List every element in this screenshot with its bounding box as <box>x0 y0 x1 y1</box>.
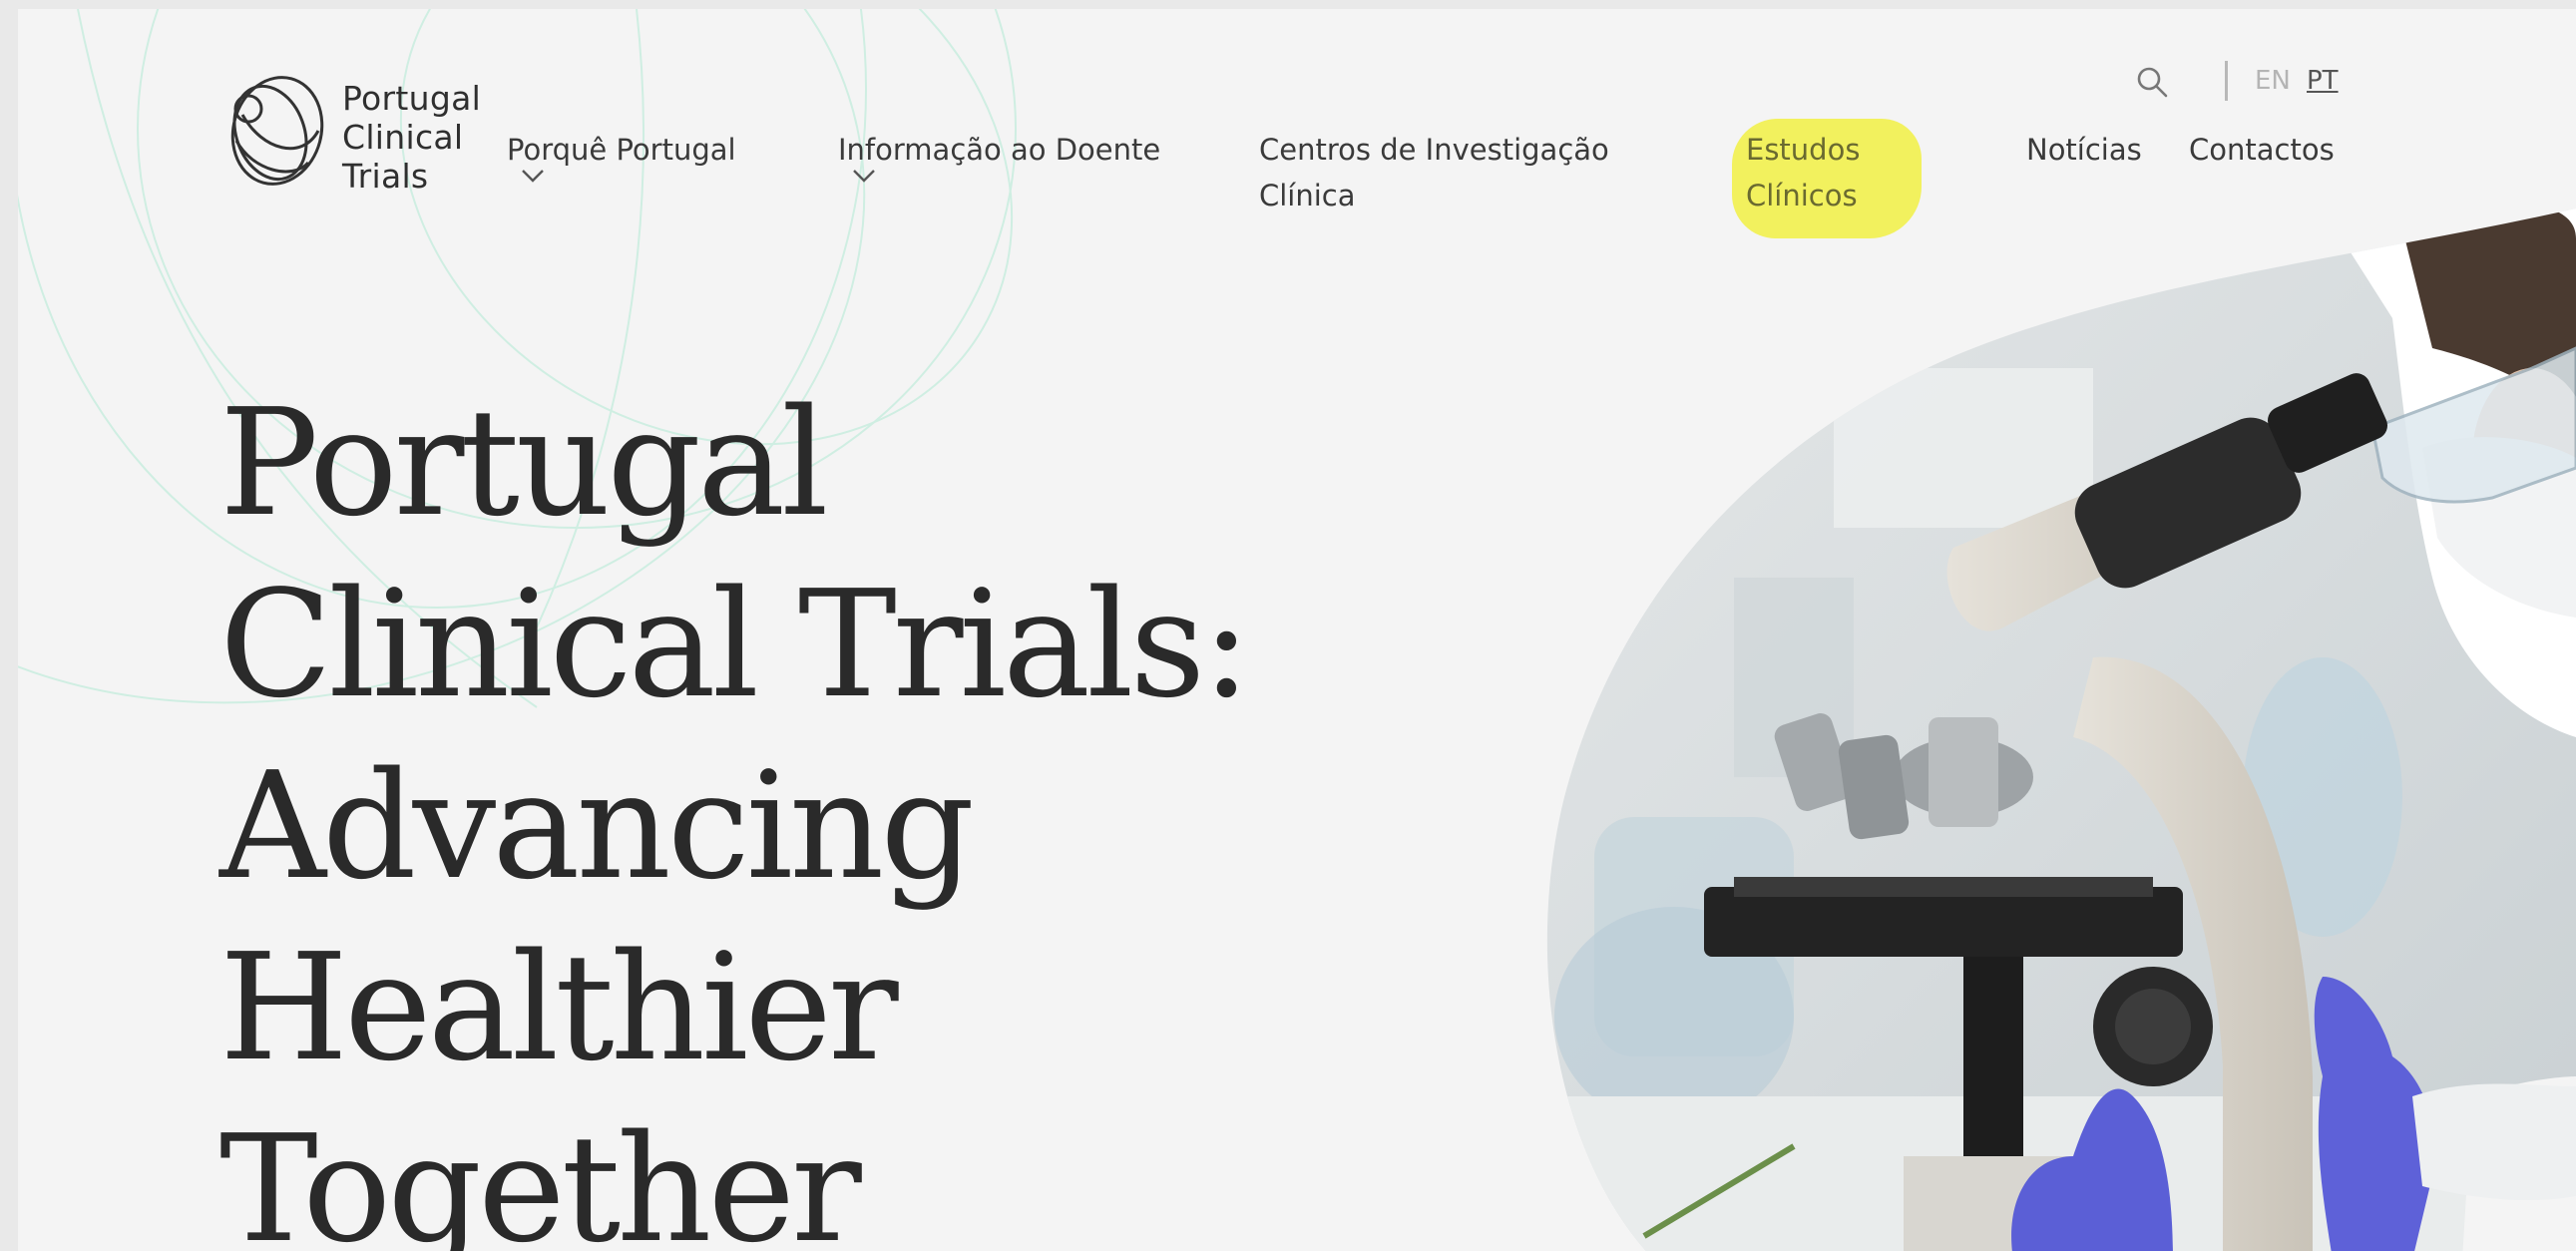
site-logo[interactable]: Portugal Clinical Trials <box>222 71 481 196</box>
header-divider <box>2225 61 2228 101</box>
hero-title-line: Portugal <box>219 377 829 549</box>
language-pt[interactable]: PT <box>2307 61 2339 101</box>
search-icon[interactable] <box>2135 65 2169 99</box>
nav-label-line-1: Centros de Investigação <box>1259 133 1609 167</box>
logo-mark-icon <box>230 76 324 186</box>
logo-line-3: Trials <box>342 157 429 196</box>
logo-line-2: Clinical <box>342 118 464 157</box>
nav-label: Contactos <box>2189 133 2335 167</box>
hero-title: Portugal Clinical Trials: Advancing Heal… <box>219 372 1251 1251</box>
hero-title-line: Together <box>219 1103 862 1251</box>
language-en[interactable]: EN <box>2255 61 2291 101</box>
hero-title-line: Clinical Trials: <box>219 559 1251 730</box>
hero-image-scientist-microscope <box>1546 208 2576 1251</box>
nav-label-line-1: Estudos <box>1746 133 1861 167</box>
logo-line-1: Portugal <box>342 79 482 118</box>
nav-contactos[interactable]: Contactos <box>2189 127 2335 173</box>
nav-porque-portugal[interactable]: Porquê Portugal <box>507 127 736 183</box>
logo-text: Portugal Clinical Trials <box>342 79 481 196</box>
page: Portugal Clinical Trials EN PT Porquê Po… <box>18 9 2576 1251</box>
hero-title-line: Advancing <box>219 740 975 912</box>
nav-label: Porquê Portugal <box>507 133 736 167</box>
hero-title-line: Healthier <box>219 922 899 1093</box>
nav-label: Notícias <box>2026 133 2142 167</box>
nav-informacao-ao-doente[interactable]: Informação ao Doente <box>838 127 1160 183</box>
nav-label: Informação ao Doente <box>838 133 1161 167</box>
nav-noticias[interactable]: Notícias <box>2026 127 2142 173</box>
